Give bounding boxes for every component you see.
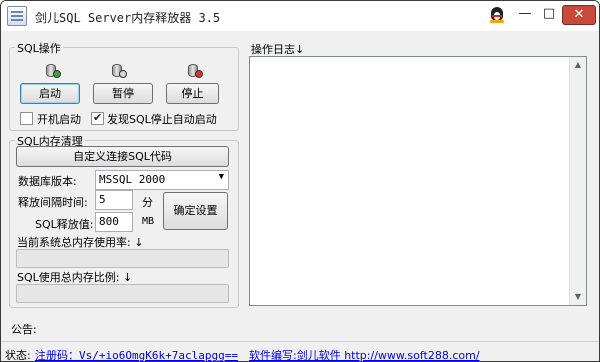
app-window: 剑儿SQL Server内存释放器 3.5 — □ ✕ SQL操作 启动 暂停 … (0, 0, 600, 362)
db-version-value: MSSQL 2000 (99, 173, 166, 186)
close-button[interactable]: ✕ (562, 5, 596, 25)
sql-ops-group-title: SQL操作 (15, 40, 63, 56)
scroll-up-icon[interactable]: ▲ (570, 57, 586, 73)
stop-button[interactable]: 停止 (166, 83, 219, 104)
custom-conn-button[interactable]: 自定义连接SQL代码 (16, 146, 229, 167)
database-stop-icon (187, 63, 203, 79)
interval-unit: 分 (142, 196, 153, 209)
auto-restart-label: 发现SQL停止自动启动 (107, 113, 217, 126)
interval-label: 释放间隔时间: (18, 196, 88, 209)
app-icon (7, 6, 27, 26)
registration-code-link[interactable]: 注册码：Vs/+io6OmgK6k+7aclapgg== (35, 347, 238, 361)
db-version-select[interactable]: MSSQL 2000 ▼ (95, 170, 229, 190)
title-bar[interactable]: 剑儿SQL Server内存释放器 3.5 — □ ✕ (1, 1, 599, 31)
sql-mem-progress (16, 284, 229, 303)
database-pause-icon (111, 63, 127, 79)
qq-penguin-icon[interactable] (488, 6, 506, 24)
start-button[interactable]: 启动 (20, 83, 80, 104)
log-textarea[interactable]: ▲ ▼ (249, 56, 587, 306)
window-title: 剑儿SQL Server内存释放器 3.5 (35, 11, 221, 25)
pause-button[interactable]: 暂停 (93, 83, 153, 104)
minimize-button[interactable]: — (514, 5, 536, 25)
log-title: 操作日志↓ (251, 43, 305, 56)
db-version-label: 数据库版本: (18, 175, 77, 188)
status-bar: 状态: 注册码：Vs/+io6OmgK6k+7aclapgg== 软件编写:剑儿… (1, 341, 599, 362)
maximize-button[interactable]: □ (538, 5, 560, 25)
release-input[interactable]: 800 (95, 212, 133, 232)
notice-label: 公告: (11, 323, 37, 336)
sql-mem-label: SQL使用总内存比例: ↓ (17, 271, 133, 284)
sys-mem-progress (16, 249, 229, 268)
interval-input[interactable]: 5 (95, 190, 133, 210)
author-link[interactable]: 软件编写:剑儿软件 http://www.soft288.com/ (249, 347, 480, 361)
autostart-checkbox[interactable] (20, 112, 33, 125)
log-scrollbar[interactable]: ▲ ▼ (569, 57, 586, 305)
release-label: SQL释放值: (35, 218, 94, 231)
sys-mem-label: 当前系统总内存使用率: ↓ (17, 236, 144, 249)
chevron-down-icon: ▼ (218, 172, 224, 182)
confirm-settings-button[interactable]: 确定设置 (163, 192, 228, 230)
status-label: 状态: (5, 349, 31, 362)
database-play-icon (45, 63, 61, 79)
scroll-down-icon[interactable]: ▼ (570, 289, 586, 305)
auto-restart-checkbox[interactable] (91, 111, 104, 125)
autostart-label: 开机启动 (37, 113, 81, 126)
release-unit: MB (142, 216, 155, 227)
